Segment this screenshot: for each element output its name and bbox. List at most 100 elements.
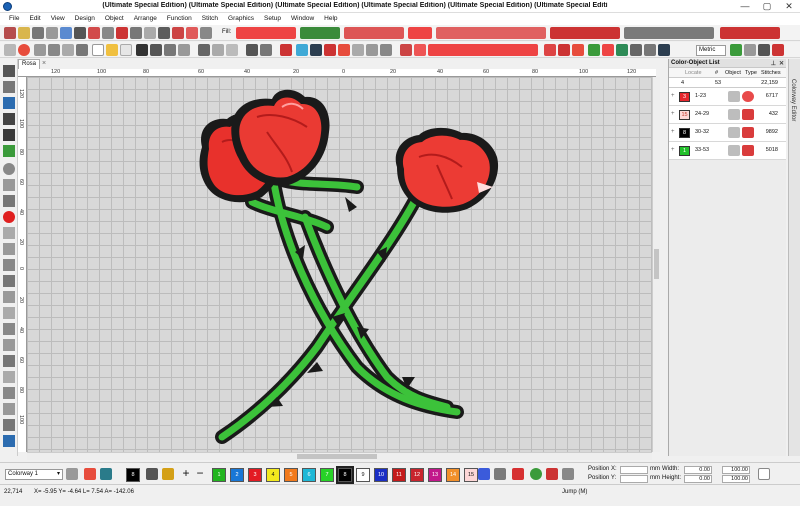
stitch-tool-4-icon[interactable] xyxy=(46,27,58,39)
minimize-button[interactable]: — xyxy=(734,0,756,13)
stitch-tool-15-icon[interactable] xyxy=(200,27,212,39)
fabric-icon[interactable] xyxy=(602,44,614,56)
magnify-icon[interactable] xyxy=(744,44,756,56)
add-color-icon[interactable]: + xyxy=(180,467,192,480)
stitch-tool-1-icon[interactable] xyxy=(4,27,16,39)
line-icon[interactable] xyxy=(3,97,15,109)
height-percent-field[interactable]: 100.00 xyxy=(722,475,750,483)
fill-pattern-strip-2-icon[interactable] xyxy=(300,27,340,39)
save-icon[interactable] xyxy=(136,44,148,56)
hand-icon[interactable] xyxy=(644,44,656,56)
fill-pattern-strip-8-icon[interactable] xyxy=(720,27,780,39)
shirt-icon[interactable] xyxy=(616,44,628,56)
settings-icon[interactable] xyxy=(758,44,770,56)
menu-view[interactable]: View xyxy=(46,13,70,25)
effects-strip-icon[interactable] xyxy=(428,44,538,56)
new-file-icon[interactable] xyxy=(92,44,104,56)
steil-icon[interactable] xyxy=(3,259,15,271)
color-chip-15[interactable]: 15 xyxy=(464,468,478,482)
star-icon[interactable] xyxy=(3,403,15,415)
stitch-player-icon[interactable] xyxy=(280,44,292,56)
redo-icon[interactable] xyxy=(260,44,272,56)
crop-icon[interactable] xyxy=(3,419,15,431)
menu-file[interactable]: File xyxy=(4,13,24,25)
fill-pattern-strip-5-icon[interactable] xyxy=(436,27,546,39)
home-icon[interactable] xyxy=(4,44,16,56)
copy-icon[interactable] xyxy=(212,44,224,56)
grid-icon[interactable] xyxy=(352,44,364,56)
tab-close-icon[interactable]: × xyxy=(42,60,46,67)
color-chip-11[interactable]: 11 xyxy=(392,468,406,482)
design-canvas[interactable] xyxy=(27,77,656,452)
menu-window[interactable]: Window xyxy=(286,13,319,25)
reshape-icon[interactable] xyxy=(3,81,15,93)
color-chip-9[interactable]: 9 xyxy=(356,468,370,482)
menu-design[interactable]: Design xyxy=(70,13,100,25)
width-percent-field[interactable]: 100.00 xyxy=(722,466,750,474)
stitch-tool-13-icon[interactable] xyxy=(172,27,184,39)
color-chip-5[interactable]: 5 xyxy=(284,468,298,482)
stitch-tool-14-icon[interactable] xyxy=(186,27,198,39)
locate-header[interactable]: Locate xyxy=(685,70,702,76)
stitch-tool-5-icon[interactable] xyxy=(60,27,72,39)
menu-stitch[interactable]: Stitch xyxy=(197,13,223,25)
position-x-field[interactable] xyxy=(620,466,648,474)
current-color-chip[interactable]: 8 xyxy=(126,468,140,482)
branch-icon[interactable] xyxy=(3,339,15,351)
rectangle-icon[interactable] xyxy=(3,371,15,383)
expand-icon[interactable]: + xyxy=(671,111,675,117)
color-chip-6[interactable]: 6 xyxy=(302,468,316,482)
color-icon[interactable] xyxy=(588,44,600,56)
stitch-tool-9-icon[interactable] xyxy=(116,27,128,39)
width-field[interactable]: 0.00 xyxy=(684,466,712,474)
view-design-icon[interactable] xyxy=(338,44,350,56)
menu-help[interactable]: Help xyxy=(319,13,342,25)
palette-grid-icon[interactable] xyxy=(84,468,96,480)
lock-proportions-icon[interactable] xyxy=(758,468,770,480)
color-palette-icon[interactable] xyxy=(310,44,322,56)
brightness-icon[interactable] xyxy=(562,468,574,480)
print-icon[interactable] xyxy=(164,44,176,56)
maximize-button[interactable]: ▢ xyxy=(756,0,778,13)
color-chip-10[interactable]: 10 xyxy=(374,468,388,482)
close-button[interactable]: ✕ xyxy=(778,0,800,13)
column-icon[interactable] xyxy=(3,243,15,255)
stitch-angle-icon[interactable] xyxy=(544,44,556,56)
color-row[interactable]: + 8 30-32 9892 xyxy=(669,124,786,142)
height-field[interactable]: 0.00 xyxy=(684,475,712,483)
circle-tool-icon[interactable] xyxy=(3,163,15,175)
expand-icon[interactable]: + xyxy=(671,129,675,135)
pen-icon[interactable] xyxy=(76,44,88,56)
fill-pattern-strip-icon[interactable] xyxy=(236,27,296,39)
menu-object[interactable]: Object xyxy=(100,13,129,25)
mirror-icon[interactable] xyxy=(3,355,15,367)
text-a-icon[interactable] xyxy=(3,113,15,125)
stitch-tool-10-icon[interactable] xyxy=(130,27,142,39)
node-icon[interactable] xyxy=(48,44,60,56)
position-y-field[interactable] xyxy=(620,475,648,483)
stitch-tool-7-icon[interactable] xyxy=(88,27,100,39)
menu-arrange[interactable]: Arrange xyxy=(129,13,162,25)
color-wheel-icon[interactable] xyxy=(530,468,542,480)
color-chip-12[interactable]: 12 xyxy=(410,468,424,482)
undo-icon[interactable] xyxy=(246,44,258,56)
stitch-tool-3-icon[interactable] xyxy=(32,27,44,39)
expand-icon[interactable]: + xyxy=(671,93,675,99)
show-hide-icon[interactable] xyxy=(730,44,742,56)
thread-chart-icon[interactable] xyxy=(100,468,112,480)
colorway-editor-tab[interactable]: Colorway Editor xyxy=(788,59,800,456)
shapes-icon[interactable] xyxy=(34,44,46,56)
stitch-tool-2-icon[interactable] xyxy=(18,27,30,39)
remove-color-icon[interactable]: − xyxy=(194,467,206,480)
eyedropper-icon[interactable] xyxy=(146,468,158,480)
color-blend-icon[interactable] xyxy=(512,468,524,480)
stitch-tool-12-icon[interactable] xyxy=(158,27,170,39)
menu-setup[interactable]: Setup xyxy=(259,13,286,25)
vertical-scrollbar[interactable] xyxy=(652,77,660,452)
thread-spool-icon[interactable] xyxy=(546,468,558,480)
fill-pattern-strip-7-icon[interactable] xyxy=(624,27,714,39)
horizontal-scroll-thumb[interactable] xyxy=(297,454,377,459)
colorway-select[interactable]: Colorway 1 ▾ xyxy=(5,469,63,480)
record-icon[interactable] xyxy=(3,211,15,223)
menu-graphics[interactable]: Graphics xyxy=(223,13,259,25)
